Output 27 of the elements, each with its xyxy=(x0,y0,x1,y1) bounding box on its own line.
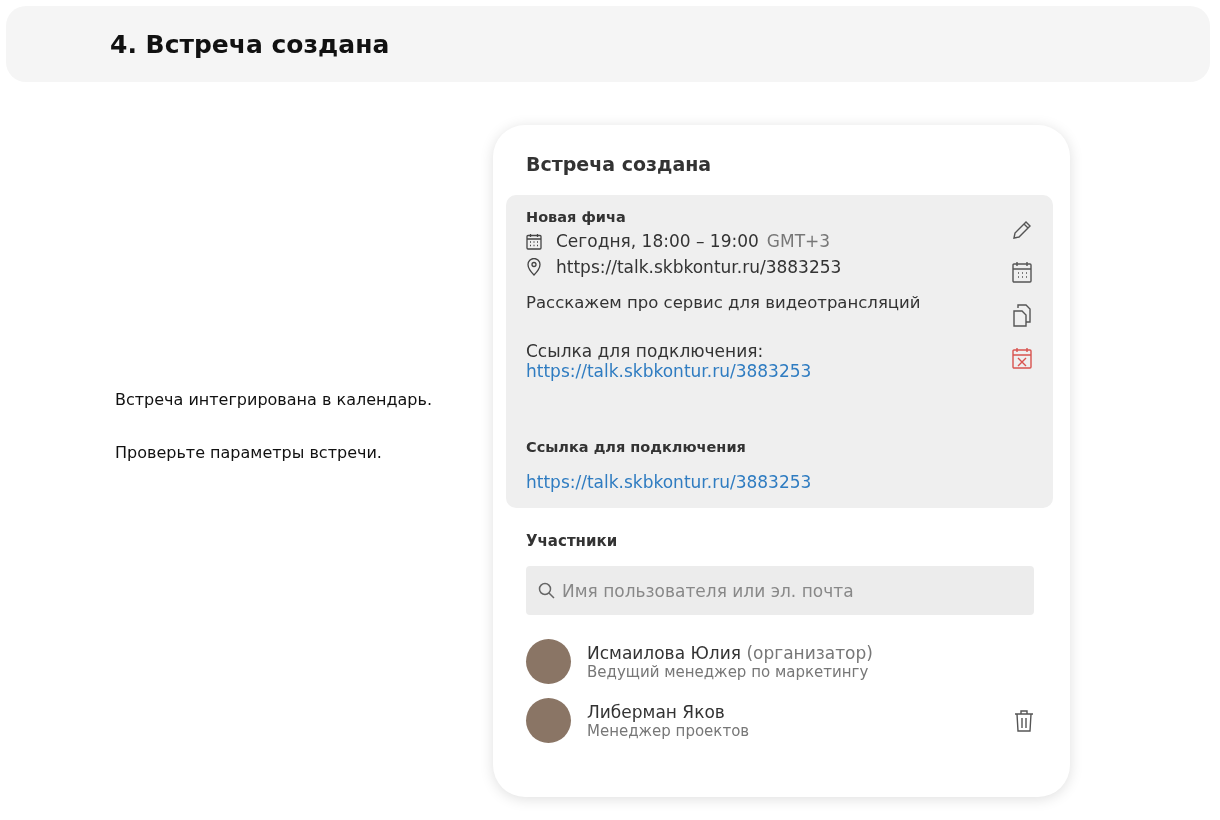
event-time: Сегодня, 18:00 – 19:00 GMT+3 xyxy=(556,231,831,251)
description-text: Проверьте параметры встречи. xyxy=(115,443,383,462)
link-label: Ссылка для подключения: xyxy=(526,341,765,361)
page-title: 4. Встреча создана xyxy=(110,29,390,59)
edit-pencil-icon[interactable] xyxy=(1011,219,1033,241)
avatar-placeholder xyxy=(526,639,571,684)
participant-name: Исмаилова Юлия (организатор) xyxy=(587,642,874,663)
join-label: Ссылка для подключения xyxy=(526,439,747,455)
calendar-delete-icon[interactable] xyxy=(1011,346,1033,370)
participant-position: Менеджер проектов xyxy=(587,721,751,740)
participant-name: Либерман Яков xyxy=(587,701,726,722)
event-name: Новая фича xyxy=(526,209,627,225)
calendar-icon xyxy=(526,232,542,250)
card-title: Встреча создана xyxy=(526,153,713,175)
location-pin-icon xyxy=(526,258,542,276)
trash-icon[interactable] xyxy=(1014,708,1034,733)
participant-position: Ведущий менеджер по маркетингу xyxy=(587,662,869,681)
copy-icon[interactable] xyxy=(1012,303,1032,327)
join-link[interactable]: https://talk.skbkontur.ru/3883253 xyxy=(526,472,812,492)
participants-title: Участники xyxy=(526,532,619,550)
description-text: Встреча интегрирована в календарь. xyxy=(115,390,433,409)
calendar-icon[interactable] xyxy=(1011,260,1033,284)
meeting-link[interactable]: https://talk.skbkontur.ru/3883253 xyxy=(526,361,812,381)
search-field[interactable]: Имя пользователя или эл. почта xyxy=(526,566,1034,615)
avatar-placeholder xyxy=(526,698,571,743)
event-about: Расскажем про сервис для видеотрансляций xyxy=(526,293,921,312)
event-location: https://talk.skbkontur.ru/3883253 xyxy=(556,257,842,277)
